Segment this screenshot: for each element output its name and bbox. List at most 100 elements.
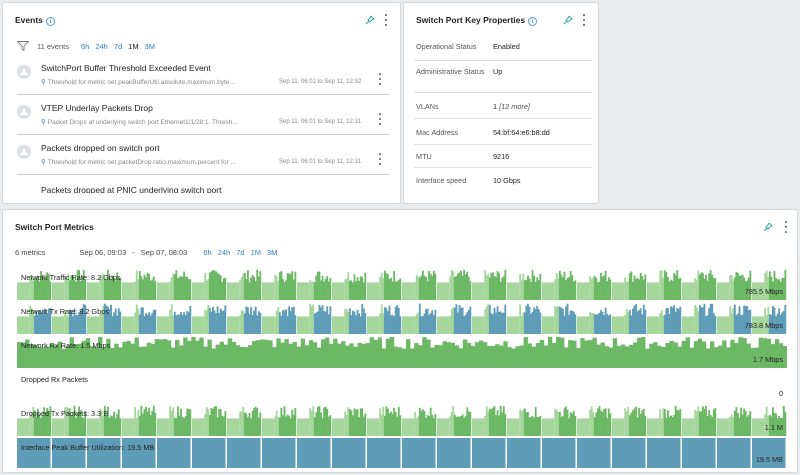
metric-bar — [717, 418, 730, 436]
events-range-3m[interactable]: 3M — [145, 42, 155, 51]
date-from[interactable]: Sep 06, 09:03 — [79, 248, 126, 257]
metrics-menu-button[interactable] — [783, 221, 789, 233]
metric-bar — [264, 339, 269, 368]
metric-bar — [332, 438, 366, 468]
metric-bar — [385, 338, 391, 368]
event-item[interactable]: VTEP Underlay Packets Drop ⚲ Packet Drops… — [17, 99, 389, 135]
metric-bar — [294, 315, 297, 334]
metrics-range-3m[interactable]: 3M — [267, 248, 277, 257]
metric-bar — [227, 316, 240, 334]
event-title[interactable]: VTEP Underlay Packets Drop — [41, 103, 153, 113]
metric-bar — [714, 278, 717, 300]
metric-bar — [665, 343, 670, 368]
metric-value: 785.5 Mbps — [744, 287, 783, 296]
pin-icon[interactable] — [365, 15, 375, 25]
events-range-24h[interactable]: 24h — [95, 42, 108, 51]
metric-bar — [682, 282, 695, 300]
pin-icon[interactable] — [563, 15, 573, 25]
date-to[interactable]: Sep 07, 08:03 — [141, 248, 188, 257]
metric-bar — [280, 342, 285, 368]
metric-bar — [329, 277, 332, 300]
metric-bar — [681, 340, 686, 368]
metric-bar — [472, 282, 485, 300]
metric-bar — [276, 338, 281, 368]
event-menu-button[interactable] — [377, 113, 383, 125]
event-menu-button[interactable] — [377, 153, 383, 165]
metric-bar — [442, 341, 447, 368]
pin-icon[interactable] — [763, 222, 773, 232]
metric-bar — [102, 347, 107, 368]
metric-strip[interactable]: Dropped Rx Packets 0 — [17, 370, 787, 402]
metric-bar — [523, 337, 528, 368]
event-item[interactable]: SwitchPort Buffer Threshold Exceeded Eve… — [17, 59, 389, 95]
metric-bar — [495, 344, 500, 368]
event-title[interactable]: Packets dropped at PNIC underlying switc… — [41, 185, 221, 193]
metric-bar — [437, 438, 471, 468]
metric-bar — [542, 316, 555, 334]
metric-strip[interactable]: Network Tx Rate: 8.2 Gbps 783.8 Mbps — [17, 302, 787, 334]
metric-bar — [312, 342, 318, 368]
metric-bar — [572, 340, 577, 368]
metric-bar — [402, 316, 415, 334]
date-separator: - — [132, 248, 135, 257]
metric-bar — [647, 282, 660, 300]
metric-bar — [511, 348, 516, 368]
event-title[interactable]: SwitchPort Buffer Threshold Exceeded Eve… — [41, 63, 211, 73]
metric-value: 19.5 MB — [755, 455, 783, 464]
metric-strip[interactable]: Interface Peak Buffer Utilization: 19.5 … — [17, 438, 787, 468]
metric-bar — [738, 337, 743, 368]
metric-bar — [364, 272, 367, 300]
metric-bar — [259, 312, 262, 334]
metric-bar — [381, 348, 387, 368]
vlans-more-link[interactable]: [12 more] — [499, 102, 530, 111]
metric-bar — [219, 341, 224, 368]
metric-bar — [114, 343, 119, 368]
info-icon[interactable]: i — [45, 17, 55, 26]
warning-icon — [17, 105, 31, 119]
metric-bar — [402, 438, 436, 468]
event-menu-button[interactable] — [377, 73, 383, 85]
metric-strip[interactable]: Network Rx Rate: 1.5 Mbps 1.7 Mbps — [17, 336, 787, 368]
filter-icon[interactable] — [17, 41, 29, 51]
event-item[interactable]: Packets dropped on switch port ⚲ Threshol… — [17, 139, 389, 175]
metric-bar — [434, 273, 437, 300]
event-title[interactable]: Packets dropped on switch port — [41, 143, 160, 153]
metrics-range-24h[interactable]: 24h — [218, 248, 231, 257]
metric-bar — [710, 341, 715, 368]
metric-bar — [717, 438, 751, 468]
metric-bar — [612, 438, 646, 468]
metric-bar — [697, 338, 703, 368]
events-menu-button[interactable] — [383, 14, 389, 26]
metric-bar — [126, 340, 131, 368]
metric-bar — [175, 339, 180, 368]
metric-bar — [515, 346, 520, 368]
events-range-7d[interactable]: 7d — [114, 42, 122, 51]
events-range-6h[interactable]: 6h — [81, 42, 89, 51]
metric-strip[interactable]: Dropped Tx Packets: 3.3 B 1.1 M — [17, 404, 787, 436]
events-range-1m[interactable]: 1M — [128, 42, 138, 51]
metric-bar — [677, 346, 682, 368]
event-description: ⚲ Threshold for metric net.packetDrop.rat… — [41, 159, 236, 166]
metric-bar — [192, 316, 205, 334]
metrics-range-6h[interactable]: 6h — [203, 248, 211, 257]
metric-bar — [507, 347, 512, 368]
metric-bar — [406, 339, 411, 368]
metric-bar — [543, 345, 549, 368]
metric-sparkline — [17, 269, 787, 300]
metric-bar — [367, 418, 380, 436]
metric-bar — [49, 281, 52, 300]
metric-bar — [784, 304, 787, 334]
metrics-range-1m[interactable]: 1M — [251, 248, 261, 257]
metric-bar — [604, 346, 609, 368]
metric-bar — [531, 346, 537, 368]
event-item-partial[interactable]: Packets dropped at PNIC underlying switc… — [17, 179, 389, 193]
metric-strip[interactable]: Network Traffic Rate: 8.2 Gbps 785.5 Mbps — [17, 268, 787, 300]
metric-bar — [580, 338, 585, 368]
metrics-range-7d[interactable]: 7d — [236, 248, 244, 257]
info-icon[interactable]: i — [528, 17, 538, 26]
property-key: Interface speed — [416, 176, 467, 185]
metric-bar — [472, 438, 506, 468]
properties-menu-button[interactable] — [581, 14, 587, 26]
metric-bar — [142, 346, 147, 368]
metric-bar — [203, 346, 208, 368]
